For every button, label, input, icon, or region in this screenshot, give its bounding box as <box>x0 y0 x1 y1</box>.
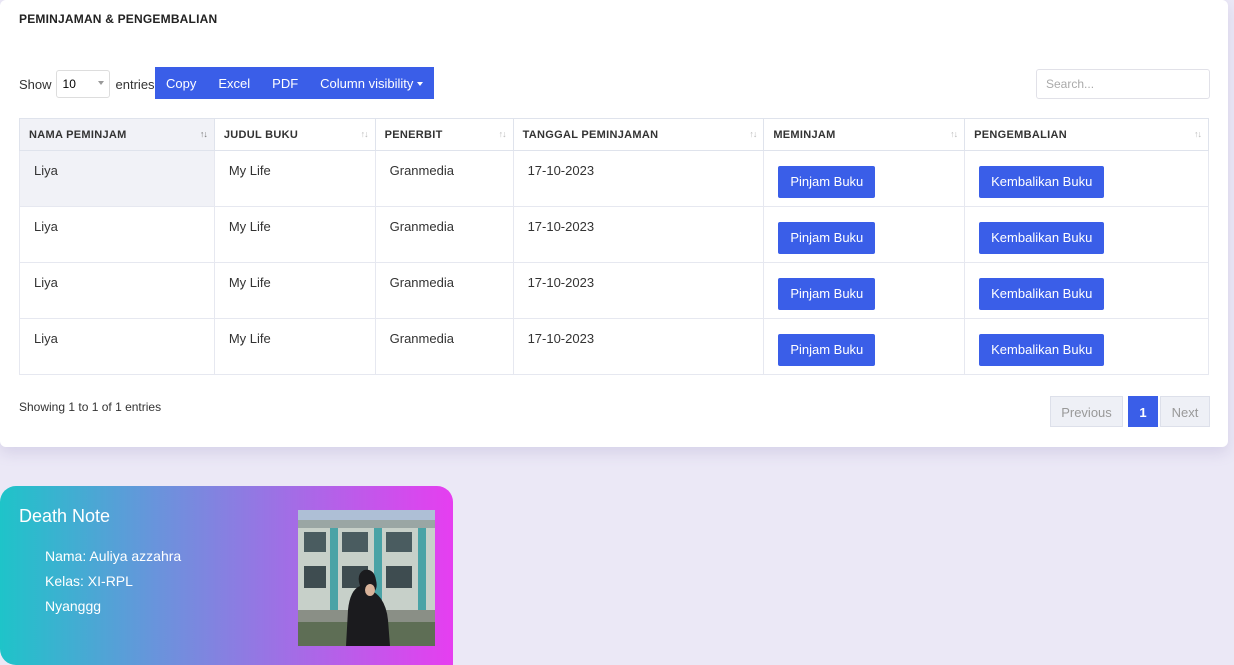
cell-nama: Liya <box>19 262 215 319</box>
table-row: Liya My Life Granmedia 17-10-2023 Pinjam… <box>19 206 1209 263</box>
header-pengembalian[interactable]: PENGEMBALIAN ↑↓ <box>964 118 1209 151</box>
profile-note: Nyanggg <box>45 598 102 614</box>
pinjam-buku-button[interactable]: Pinjam Buku <box>778 278 876 310</box>
next-page-button[interactable]: Next <box>1160 396 1210 427</box>
cell-nama: Liya <box>19 150 215 207</box>
cell-nama: Liya <box>19 318 215 375</box>
profile-details: Nama: Auliya azzahra Kelas: XI-RPL Nyang… <box>45 544 181 619</box>
table-row: Liya My Life Granmedia 17-10-2023 Pinjam… <box>19 150 1209 207</box>
copy-button[interactable]: Copy <box>155 67 208 99</box>
table-header-row: NAMA PEMINJAM ↑↓ JUDUL BUKU ↑↓ PENERBIT ↑↓ … <box>19 118 1209 151</box>
cell-pengembalian: Kembalikan Buku <box>964 262 1209 319</box>
pagination: Previous 1 Next <box>1050 396 1210 427</box>
profile-photo <box>298 510 435 646</box>
sort-icon: ↑↓ <box>950 129 958 139</box>
cell-meminjam: Pinjam Buku <box>763 262 966 319</box>
cell-judul: My Life <box>213 318 376 375</box>
cell-judul: My Life <box>213 150 376 207</box>
card-title: PEMINJAMAN & PENGEMBALIAN <box>19 12 218 26</box>
kembalikan-buku-button[interactable]: Kembalikan Buku <box>979 334 1105 366</box>
cell-pengembalian: Kembalikan Buku <box>964 318 1209 375</box>
pinjam-buku-button[interactable]: Pinjam Buku <box>778 222 876 254</box>
cell-judul: My Life <box>213 206 376 263</box>
cell-penerbit: Granmedia <box>374 206 514 263</box>
previous-page-button[interactable]: Previous <box>1050 396 1123 427</box>
sort-icon: ↑↓ <box>199 129 208 139</box>
borrow-return-card: PEMINJAMAN & PENGEMBALIAN Show 10 entrie… <box>0 0 1228 447</box>
cell-penerbit: Granmedia <box>374 318 514 375</box>
search-input[interactable] <box>1036 69 1210 99</box>
header-tanggal-peminjaman[interactable]: TANGGAL PEMINJAMAN ↑↓ <box>512 118 765 151</box>
kembalikan-buku-button[interactable]: Kembalikan Buku <box>979 166 1105 198</box>
cell-pengembalian: Kembalikan Buku <box>964 150 1209 207</box>
borrow-table: NAMA PEMINJAM ↑↓ JUDUL BUKU ↑↓ PENERBIT ↑↓ … <box>19 118 1209 375</box>
entries-label: entries <box>115 76 155 92</box>
page-1-button[interactable]: 1 <box>1128 396 1158 427</box>
profile-card: Death Note Nama: Auliya azzahra Kelas: X… <box>0 486 453 665</box>
header-meminjam[interactable]: MEMINJAM ↑↓ <box>763 118 966 151</box>
cell-tanggal: 17-10-2023 <box>512 206 765 263</box>
cell-judul: My Life <box>213 262 376 319</box>
export-button-group: Copy Excel PDF Column visibility <box>155 67 435 99</box>
cell-penerbit: Granmedia <box>374 262 514 319</box>
table-info: Showing 1 to 1 of 1 entries <box>19 400 162 414</box>
entries-length-control: Show 10 entries <box>19 70 155 98</box>
cell-meminjam: Pinjam Buku <box>763 206 966 263</box>
table-row: Liya My Life Granmedia 17-10-2023 Pinjam… <box>19 262 1209 319</box>
cell-meminjam: Pinjam Buku <box>763 150 966 207</box>
sort-icon: ↑↓ <box>498 129 507 139</box>
header-penerbit[interactable]: PENERBIT ↑↓ <box>374 118 514 151</box>
cell-tanggal: 17-10-2023 <box>512 262 765 319</box>
cell-penerbit: Granmedia <box>374 150 514 207</box>
entries-select-wrap: 10 <box>52 70 116 98</box>
show-label: Show <box>19 76 52 92</box>
header-judul-buku[interactable]: JUDUL BUKU ↑↓ <box>213 118 376 151</box>
sort-icon: ↑↓ <box>1194 129 1202 139</box>
cell-nama: Liya <box>19 206 215 263</box>
cell-pengembalian: Kembalikan Buku <box>964 206 1209 263</box>
profile-class: Kelas: XI-RPL <box>45 573 133 589</box>
kembalikan-buku-button[interactable]: Kembalikan Buku <box>979 222 1105 254</box>
profile-photo-image <box>298 510 435 646</box>
cell-tanggal: 17-10-2023 <box>512 318 765 375</box>
pinjam-buku-button[interactable]: Pinjam Buku <box>778 166 876 198</box>
excel-button[interactable]: Excel <box>207 67 262 99</box>
profile-title: Death Note <box>19 506 111 526</box>
sort-icon: ↑↓ <box>360 129 369 139</box>
pdf-button[interactable]: PDF <box>261 67 310 99</box>
profile-name: Nama: Auliya azzahra <box>45 548 182 564</box>
header-nama-peminjam[interactable]: NAMA PEMINJAM ↑↓ <box>19 118 215 151</box>
cell-meminjam: Pinjam Buku <box>763 318 966 375</box>
cell-tanggal: 17-10-2023 <box>512 150 765 207</box>
kembalikan-buku-button[interactable]: Kembalikan Buku <box>979 278 1105 310</box>
table-row: Liya My Life Granmedia 17-10-2023 Pinjam… <box>19 318 1209 375</box>
sort-icon: ↑↓ <box>749 129 757 139</box>
entries-select[interactable]: 10 <box>55 70 110 98</box>
pinjam-buku-button[interactable]: Pinjam Buku <box>778 334 876 366</box>
column-visibility-button[interactable]: Column visibility <box>309 67 435 99</box>
